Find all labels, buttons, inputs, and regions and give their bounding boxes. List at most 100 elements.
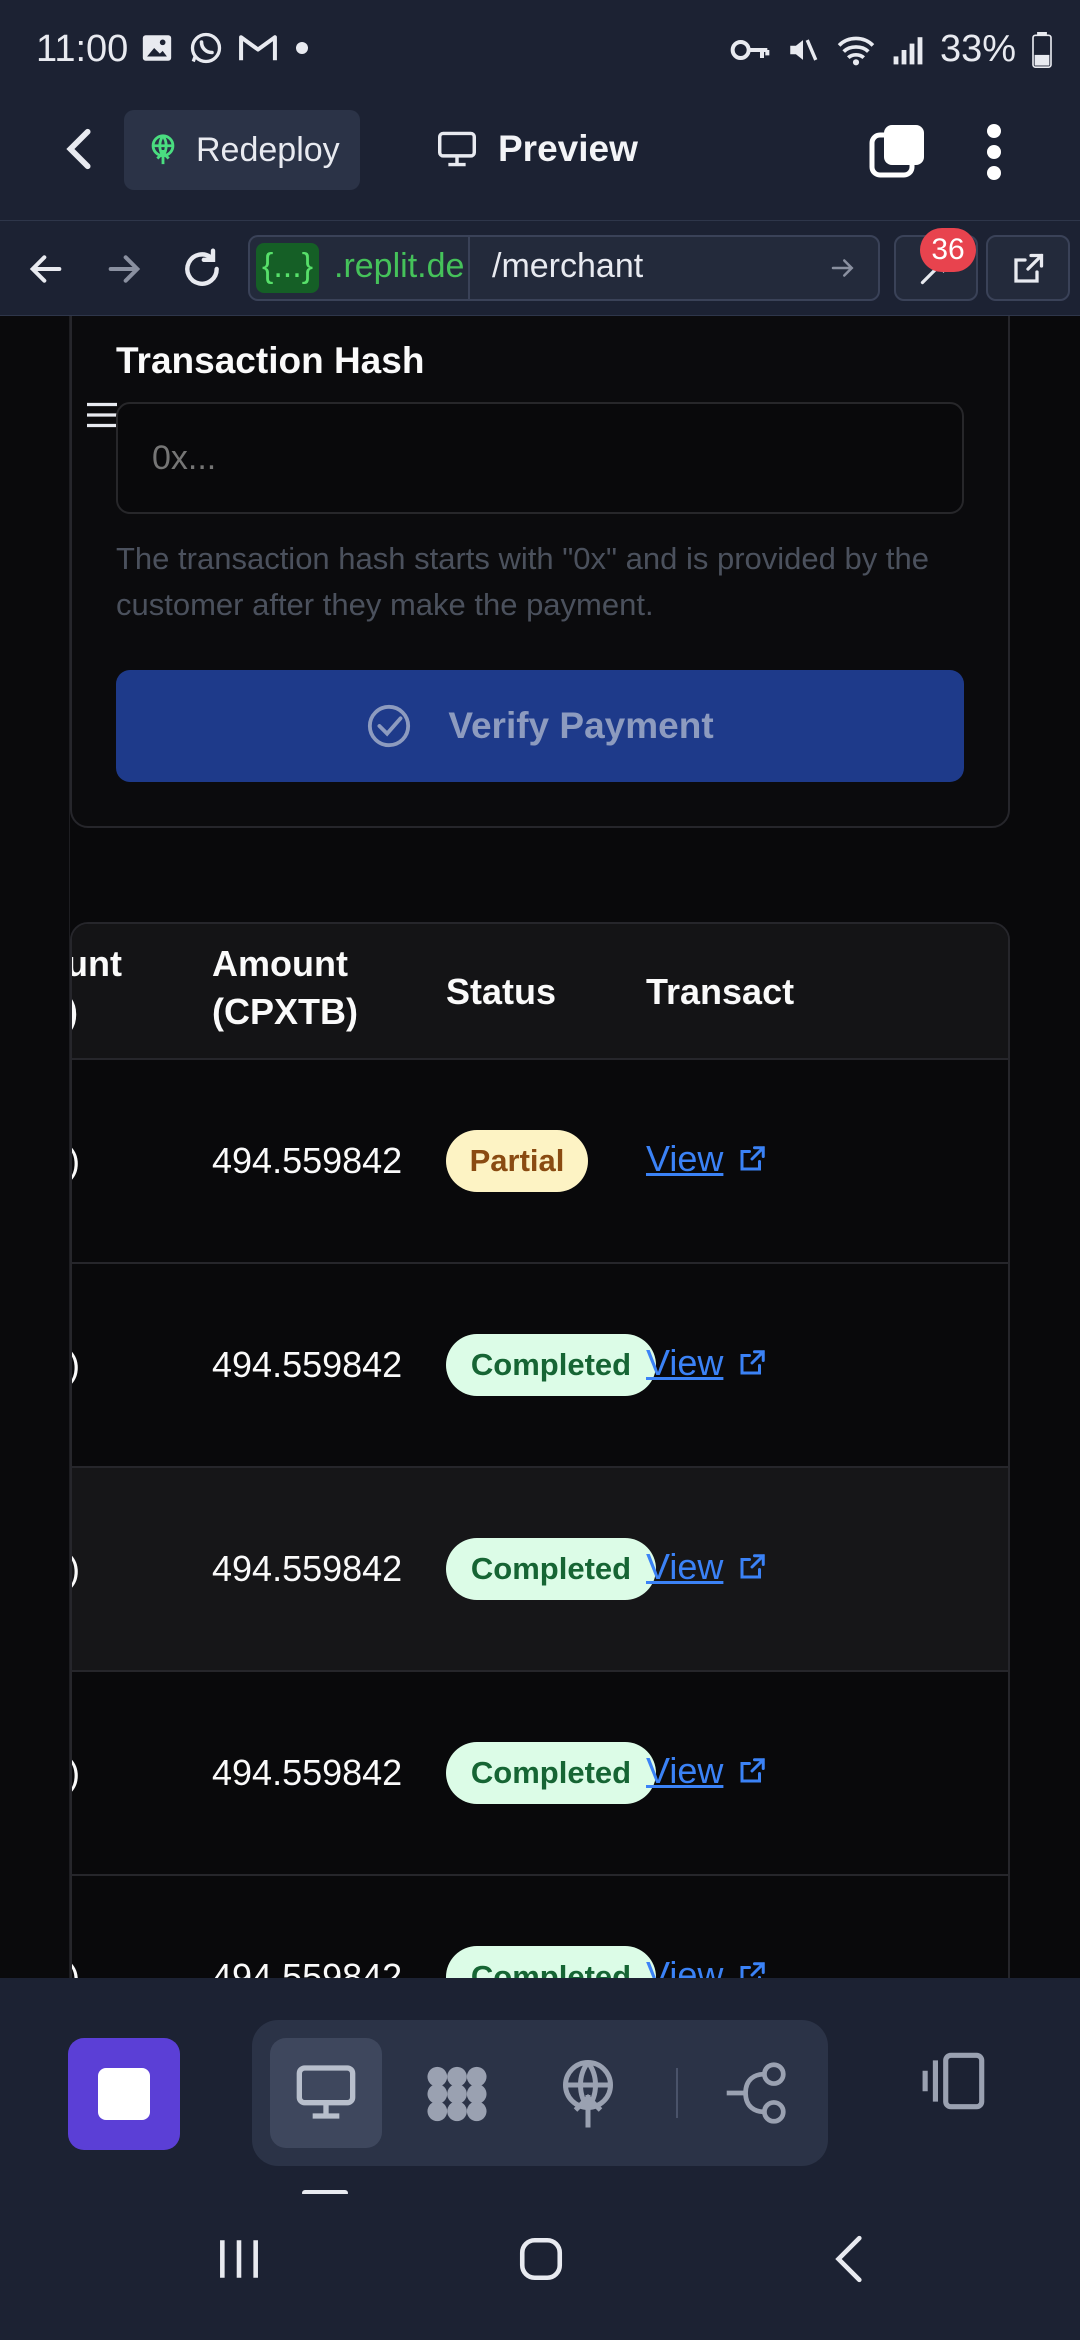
preview-label: Preview — [498, 128, 638, 169]
row-amount: 494.559842 — [212, 1548, 403, 1589]
open-external-button[interactable] — [986, 235, 1070, 301]
notification-badge: 36 — [920, 228, 976, 272]
external-link-icon — [740, 1758, 766, 1783]
bottom-toolbar — [0, 1978, 1080, 2196]
deploy-icon[interactable] — [558, 2060, 618, 2130]
system-nav-bar — [0, 2194, 1080, 2340]
tabs-switcher-icon[interactable] — [868, 122, 928, 180]
status-time: 11:00 — [36, 28, 129, 70]
row-amount: 494.559842 — [212, 1752, 403, 1793]
webview: Transaction Hash The transaction hash st… — [0, 316, 1080, 1978]
table-row: ) 494.559842 Completed View — [72, 1264, 1008, 1468]
nav-back-icon[interactable] — [26, 249, 66, 289]
image-icon — [142, 35, 172, 61]
row-partial-cell: ) — [72, 1548, 80, 1590]
gmail-icon — [239, 35, 277, 61]
verify-payment-label: Verify Payment — [448, 705, 714, 746]
whatsapp-icon — [190, 32, 222, 64]
view-transaction-link[interactable]: View — [646, 1750, 767, 1792]
view-link-label: View — [646, 1138, 724, 1179]
notification-icons — [140, 30, 312, 66]
external-link-icon — [1014, 253, 1044, 283]
monitor-icon — [438, 131, 476, 167]
header-partial-col: unt ) — [72, 940, 122, 1036]
transaction-hash-label: Transaction Hash — [116, 340, 425, 381]
view-transaction-link[interactable]: View — [646, 1138, 767, 1180]
redeploy-label: Redeploy — [196, 130, 340, 169]
view-transaction-link[interactable]: View — [646, 1342, 767, 1384]
status-badge: Partial — [446, 1130, 588, 1192]
table-row: ) 494.559842 Completed View — [72, 1672, 1008, 1876]
workspace-icon[interactable] — [422, 2062, 492, 2126]
status-badge: Completed — [446, 1946, 656, 1978]
header-amount-bottom: (CPXTB) — [212, 991, 358, 1032]
external-link-icon — [740, 1554, 766, 1579]
hash-help-text: The transaction hash starts with "0x" an… — [116, 541, 929, 622]
reload-icon[interactable] — [180, 247, 224, 291]
row-partial-cell: ) — [72, 1140, 80, 1182]
recents-icon[interactable] — [214, 2234, 264, 2284]
view-link-label: View — [646, 1750, 724, 1791]
preview-tab[interactable]: Preview — [436, 128, 638, 170]
nav-forward-icon[interactable] — [104, 249, 144, 289]
external-link-icon — [740, 1146, 766, 1171]
view-tab-group — [252, 2020, 828, 2166]
header-transaction: Transact — [646, 971, 795, 1012]
more-vertical-icon[interactable] — [982, 124, 1006, 180]
header-amount-top: Amount — [212, 943, 348, 984]
split-panel-icon[interactable] — [920, 2050, 992, 2112]
table-row: ) 494.559842 Completed View — [72, 1468, 1008, 1672]
stop-button[interactable] — [68, 2038, 180, 2150]
battery-icon — [1032, 31, 1052, 68]
external-link-icon — [740, 1962, 766, 1978]
row-amount: 494.559842 — [212, 1956, 403, 1978]
menu-icon[interactable] — [84, 400, 120, 430]
battery-percent: 33% — [939, 28, 1016, 70]
view-transaction-link[interactable]: View — [646, 1954, 767, 1978]
status-badge: Completed — [446, 1334, 656, 1396]
tab-preview[interactable] — [270, 2038, 382, 2148]
back-chevron-icon[interactable] — [60, 126, 100, 172]
transaction-hash-input[interactable] — [116, 402, 964, 514]
external-link-icon — [740, 1350, 766, 1375]
url-field[interactable]: {...} .replit.de /merchant — [248, 235, 880, 301]
row-amount: 494.559842 — [212, 1140, 403, 1181]
app-header: Redeploy Preview — [0, 100, 1080, 220]
wifi-icon — [837, 36, 875, 65]
git-branch-icon[interactable] — [722, 2062, 788, 2124]
table-row: ) 494.559842 Partial View — [72, 1060, 1008, 1264]
domain-text: .replit.de — [334, 247, 465, 285]
header-status: Status — [446, 971, 557, 1012]
deploy-globe-icon — [151, 134, 175, 165]
row-amount: 494.559842 — [212, 1344, 403, 1385]
url-path: /merchant — [492, 247, 644, 285]
status-badge: Completed — [446, 1538, 656, 1600]
system-back-icon[interactable] — [826, 2234, 876, 2284]
system-icons: 33% — [730, 28, 1052, 71]
view-link-label: View — [646, 1546, 724, 1587]
row-partial-cell: ) — [72, 1956, 80, 1978]
signal-icon — [893, 36, 923, 64]
check-circle-icon — [368, 704, 411, 748]
row-partial-cell: ) — [72, 1344, 80, 1386]
table-row: ) 494.559842 Completed View — [72, 1876, 1008, 1978]
key-icon — [730, 39, 770, 60]
url-divider — [468, 237, 470, 299]
address-bar: {...} .replit.de /merchant — [0, 220, 1080, 316]
header-partial-bottom: ) — [72, 988, 122, 1036]
status-bar: 11:00 33% — [0, 0, 1080, 100]
home-icon[interactable] — [516, 2234, 566, 2284]
verify-payment-button[interactable]: Verify Payment — [116, 670, 964, 782]
go-arrow-icon[interactable] — [828, 253, 858, 283]
view-transaction-link[interactable]: View — [646, 1546, 767, 1588]
stop-square-icon — [98, 2068, 150, 2120]
tab-divider — [676, 2068, 678, 2118]
row-partial-cell: ) — [72, 1752, 80, 1794]
status-badge: Completed — [446, 1742, 656, 1804]
sidebar-edge — [0, 316, 70, 1978]
view-link-label: View — [646, 1954, 724, 1978]
header-amount: Amount (CPXTB) — [212, 940, 358, 1036]
monitor-icon — [296, 2065, 356, 2119]
transactions-table: unt ) Amount (CPXTB) Status Transact ) 4… — [70, 922, 1010, 1978]
redeploy-button[interactable]: Redeploy — [124, 110, 360, 190]
